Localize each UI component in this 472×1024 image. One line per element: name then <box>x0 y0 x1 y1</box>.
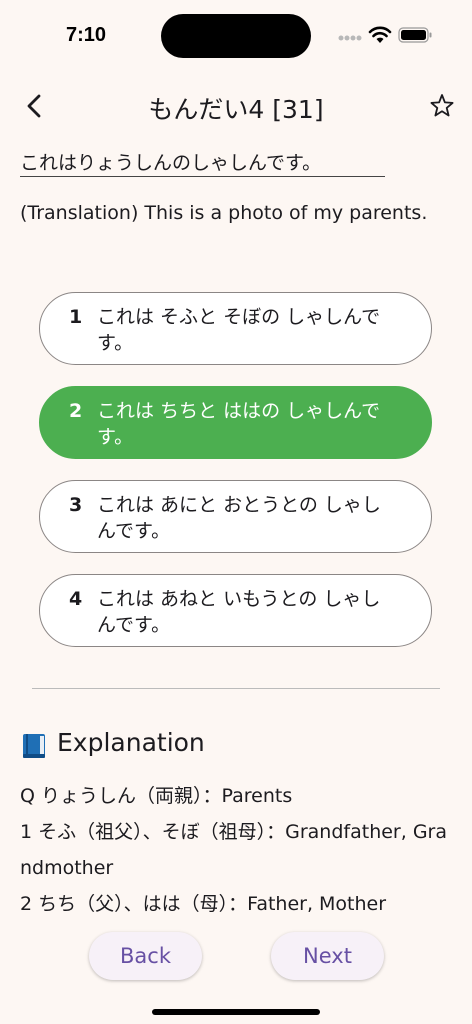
back-button[interactable]: Back <box>89 932 202 980</box>
option-text: これは あにと おとうとの しゃしんです。 <box>97 494 381 542</box>
option-text: これは そふと そぼの しゃしんです。 <box>97 306 381 354</box>
explanation-line: 2 ちち（父）、はは（母）：Father, Mother <box>20 893 387 915</box>
wifi-icon <box>368 26 392 43</box>
option-number: 3 <box>69 494 83 516</box>
home-indicator[interactable] <box>152 1009 320 1015</box>
question-translation: (Translation) This is a photo of my pare… <box>20 202 428 224</box>
dynamic-island <box>161 14 311 58</box>
option-number: 2 <box>69 400 83 422</box>
explanation-body: Q りょうしん（両親）：Parents 1 そふ（祖父）、そぼ（祖母）：Gran… <box>20 778 452 924</box>
blue-book-icon <box>23 734 45 758</box>
star-outline-icon[interactable] <box>428 92 456 120</box>
explanation-title: Explanation <box>57 728 205 757</box>
status-bar: 7:10 <box>0 0 472 70</box>
answer-option-1[interactable]: 1 これは そふと そぼの しゃしんです。 <box>39 292 432 365</box>
cellular-signal-icon <box>338 35 362 41</box>
nav-bar: もんだい4 [31] <box>0 80 472 132</box>
page-title: もんだい4 [31] <box>148 95 324 124</box>
status-time: 7:10 <box>66 24 107 46</box>
option-text: これは あねと いもうとの しゃしんです。 <box>97 588 381 636</box>
answer-option-2[interactable]: 2 これは ちちと ははの しゃしんです。 <box>39 386 432 459</box>
battery-icon <box>398 27 432 43</box>
option-number: 1 <box>69 306 83 328</box>
divider <box>32 688 440 689</box>
next-button[interactable]: Next <box>271 932 384 980</box>
option-number: 4 <box>69 588 83 610</box>
answer-option-4[interactable]: 4 これは あねと いもうとの しゃしんです。 <box>39 574 432 647</box>
answer-option-3[interactable]: 3 これは あにと おとうとの しゃしんです。 <box>39 480 432 553</box>
question-text: これはりょうしんのしゃしんです。 <box>20 150 385 177</box>
explanation-line: Q りょうしん（両親）：Parents <box>20 785 293 807</box>
explanation-line: 1 そふ（祖父）、そぼ（祖母）：Grandfather, Grandmother <box>20 821 447 879</box>
option-text: これは ちちと ははの しゃしんです。 <box>97 400 381 448</box>
